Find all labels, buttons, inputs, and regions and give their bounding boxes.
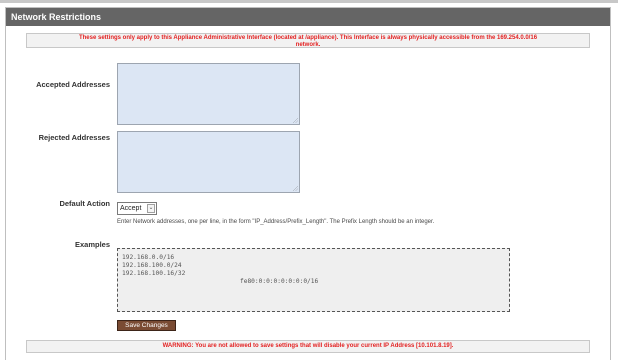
examples-label: Examples	[74, 240, 110, 249]
default-action-value: Accept	[120, 205, 142, 212]
resize-grip-icon[interactable]	[293, 186, 298, 191]
chevron-down-icon: ⌄	[147, 204, 155, 213]
ip-warning: WARNING: You are not allowed to save set…	[26, 340, 590, 353]
top-divider	[0, 0, 618, 3]
accepted-addresses-textarea[interactable]	[117, 63, 300, 125]
default-action-label: Default Action	[59, 199, 110, 208]
default-action-select[interactable]: Accept ⌄	[117, 202, 157, 215]
network-restrictions-panel: Network Restrictions These settings only…	[5, 7, 611, 360]
rejected-addresses-label: Rejected Addresses	[38, 133, 110, 142]
notice-line-2: network.	[295, 41, 321, 48]
example-line: 192.168.100.16/32	[122, 270, 186, 277]
rejected-addresses-textarea[interactable]	[117, 131, 300, 193]
panel-title: Network Restrictions	[6, 8, 610, 26]
resize-grip-icon[interactable]	[293, 118, 298, 123]
notice-line-1: These settings only apply to this Applia…	[78, 35, 538, 41]
save-changes-button[interactable]: Save Changes	[117, 320, 176, 331]
examples-box: 192.168.0.0/16 192.168.100.0/24 192.168.…	[117, 248, 510, 312]
example-line: 192.168.0.0/16	[122, 254, 175, 261]
interface-notice: These settings only apply to this Applia…	[26, 33, 590, 48]
address-format-hint: Enter Network addresses, one per line, i…	[117, 219, 435, 225]
example-line: 192.168.100.0/24	[122, 262, 182, 269]
accepted-addresses-label: Accepted Addresses	[36, 80, 110, 89]
example-line: fe80:0:0:0:0:0:0:0/16	[240, 278, 319, 285]
